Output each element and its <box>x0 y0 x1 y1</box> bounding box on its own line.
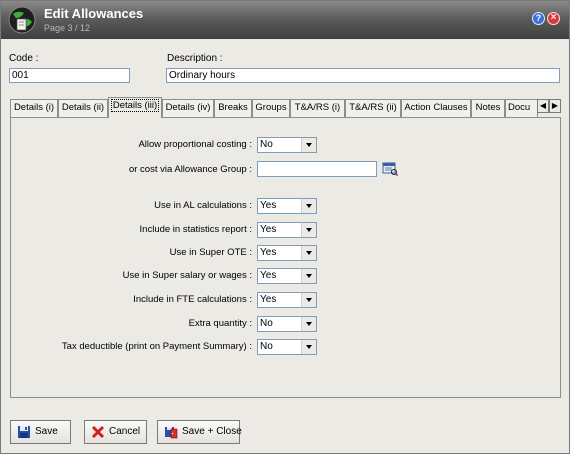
tax-deductible-select[interactable]: No <box>257 339 317 355</box>
cancel-button[interactable]: Cancel <box>84 420 147 444</box>
tab-label: Details (i) <box>13 102 55 113</box>
select-value: No <box>260 341 273 352</box>
select-value: Yes <box>260 294 277 305</box>
code-field[interactable]: 001 <box>9 68 130 83</box>
tax-deductible-label: Tax deductible (print on Payment Summary… <box>61 341 252 352</box>
tab-label: T&A/RS (i) <box>294 102 341 113</box>
page-indicator: Page 3 / 12 <box>44 23 91 33</box>
arrow-right-icon[interactable]: ▶ <box>549 99 561 113</box>
statistics-report-select[interactable]: Yes <box>257 222 317 238</box>
button-bar: Save Cancel Save + Close <box>1 409 569 453</box>
proportional-costing-label: Allow proportional costing : <box>138 139 252 150</box>
select-value: Yes <box>260 270 277 281</box>
tab-ta-rs-ii[interactable]: T&A/RS (ii) <box>345 99 401 117</box>
chevron-down-icon <box>301 199 316 213</box>
save-button[interactable]: Save <box>10 420 71 444</box>
proportional-costing-select[interactable]: No <box>257 137 317 153</box>
select-value: Yes <box>260 200 277 211</box>
lookup-icon[interactable] <box>382 162 398 176</box>
app-globe-icon <box>8 6 36 34</box>
tab-breaks[interactable]: Breaks <box>214 99 252 117</box>
select-value: Yes <box>260 224 277 235</box>
select-value: No <box>260 139 273 150</box>
tab-label: Docu <box>508 102 531 113</box>
allowance-group-field[interactable] <box>257 161 377 177</box>
allowance-group-label: or cost via Allowance Group : <box>128 164 252 175</box>
fte-calculations-label: Include in FTE calculations : <box>133 294 252 305</box>
tab-documents[interactable]: Docu <box>505 99 538 117</box>
tab-details-iv[interactable]: Details (iv) <box>162 99 214 117</box>
tab-label: Details (iii) <box>110 99 160 112</box>
tab-details-i[interactable]: Details (i) <box>10 99 58 117</box>
tab-label: Groups <box>255 102 287 113</box>
window-title: Edit Allowances <box>44 6 144 21</box>
edit-allowances-window: Edit Allowances Page 3 / 12 ? × Code : 0… <box>0 0 570 454</box>
arrow-left-icon[interactable]: ◀ <box>537 99 549 113</box>
chevron-down-icon <box>301 138 316 152</box>
statistics-report-label: Include in statistics report : <box>139 224 252 235</box>
chevron-down-icon <box>301 317 316 331</box>
title-bar: Edit Allowances Page 3 / 12 ? × <box>1 1 569 39</box>
code-label: Code : <box>9 53 39 64</box>
tab-label: Breaks <box>218 102 248 113</box>
tab-details-ii[interactable]: Details (ii) <box>58 99 108 117</box>
floppy-disk-icon <box>18 426 30 438</box>
extra-quantity-select[interactable]: No <box>257 316 317 332</box>
save-close-button[interactable]: Save + Close <box>157 420 242 444</box>
cancel-button-label: Cancel <box>109 426 141 437</box>
tab-action-clauses[interactable]: Action Clauses <box>401 99 471 117</box>
description-field[interactable]: Ordinary hours <box>166 68 560 83</box>
tab-details-iii[interactable]: Details (iii) <box>108 97 162 118</box>
description-label: Description : <box>167 53 223 64</box>
select-value: Yes <box>260 247 277 258</box>
super-salary-select[interactable]: Yes <box>257 268 317 284</box>
super-ote-select[interactable]: Yes <box>257 245 317 261</box>
tab-notes[interactable]: Notes <box>471 99 505 117</box>
floppy-door-icon <box>165 427 178 439</box>
chevron-down-icon <box>301 223 316 237</box>
help-icon[interactable]: ? <box>532 12 545 25</box>
fte-calculations-select[interactable]: Yes <box>257 292 317 308</box>
chevron-down-icon <box>301 269 316 283</box>
tab-ta-rs-i[interactable]: T&A/RS (i) <box>290 99 345 117</box>
tab-label: Details (ii) <box>61 102 105 113</box>
al-calculations-select[interactable]: Yes <box>257 198 317 214</box>
close-icon[interactable]: × <box>547 12 560 25</box>
tab-groups[interactable]: Groups <box>252 99 290 117</box>
al-calculations-label: Use in AL calculations : <box>154 200 252 211</box>
select-value: No <box>260 318 273 329</box>
chevron-down-icon <box>301 293 316 307</box>
save-close-button-label: Save + Close <box>182 426 242 437</box>
tab-label: T&A/RS (ii) <box>349 102 397 113</box>
tab-label: Notes <box>475 102 501 113</box>
super-salary-label: Use in Super salary or wages : <box>122 270 252 281</box>
tab-label: Details (iv) <box>165 102 211 113</box>
extra-quantity-label: Extra quantity : <box>188 318 252 329</box>
save-button-label: Save <box>35 426 58 437</box>
tab-label: Action Clauses <box>404 102 468 113</box>
red-x-icon <box>91 425 105 439</box>
super-ote-label: Use in Super OTE : <box>169 247 252 258</box>
chevron-down-icon <box>301 246 316 260</box>
tab-strip: Details (i) Details (ii) Details (iii) D… <box>10 97 561 118</box>
chevron-down-icon <box>301 340 316 354</box>
